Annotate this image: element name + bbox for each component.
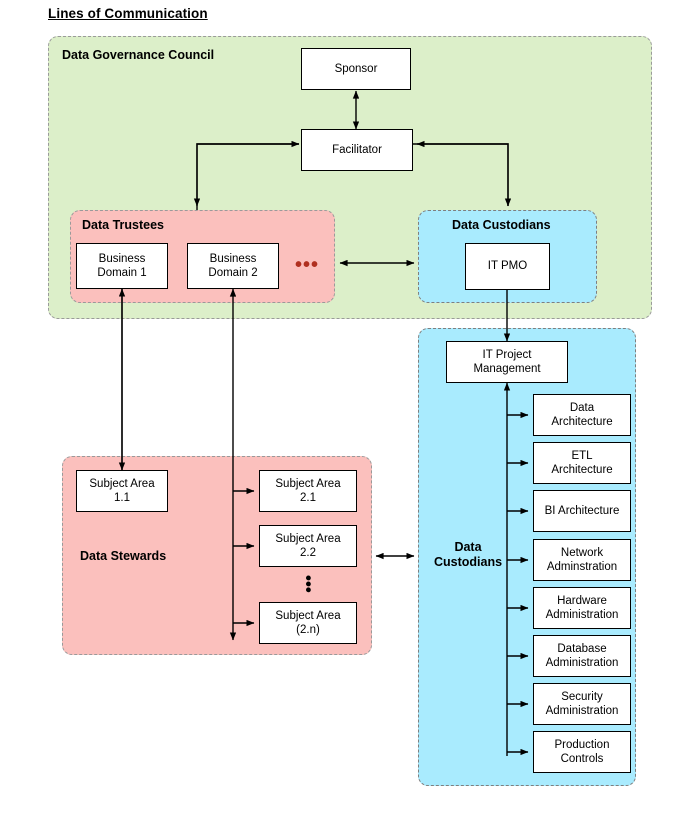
group-label-data-stewards: Data Stewards: [80, 549, 167, 563]
node-etl-architecture[interactable]: ETL Architecture: [533, 442, 631, 484]
page-title: Lines of Communication: [48, 6, 208, 21]
node-subject-area-2-1[interactable]: Subject Area 2.1: [259, 470, 357, 512]
node-it-pmo[interactable]: IT PMO: [465, 243, 550, 290]
node-database-administration[interactable]: Database Administration: [533, 635, 631, 677]
node-sponsor[interactable]: Sponsor: [301, 48, 411, 90]
group-label-data-custodians-top: Data Custodians: [452, 218, 551, 232]
node-subject-area-2-2[interactable]: Subject Area 2.2: [259, 525, 357, 567]
subject-areas-ellipsis: •••: [299, 575, 318, 593]
node-hardware-administration[interactable]: Hardware Administration: [533, 587, 631, 629]
node-business-domain-2[interactable]: Business Domain 2: [187, 243, 279, 289]
node-facilitator[interactable]: Facilitator: [301, 129, 413, 171]
group-label-data-trustees: Data Trustees: [82, 218, 164, 232]
group-label-data-custodians-bottom: Data Custodians: [433, 540, 503, 569]
node-production-controls[interactable]: Production Controls: [533, 731, 631, 773]
trustees-ellipsis: •••: [295, 254, 320, 276]
node-bi-architecture[interactable]: BI Architecture: [533, 490, 631, 532]
group-label-data-governance-council: Data Governance Council: [62, 48, 215, 62]
node-subject-area-1-1[interactable]: Subject Area 1.1: [76, 470, 168, 512]
diagram-canvas: Lines of Communication Data Governance C…: [0, 0, 680, 816]
node-subject-area-2-n[interactable]: Subject Area (2.n): [259, 602, 357, 644]
node-data-architecture[interactable]: Data Architecture: [533, 394, 631, 436]
node-security-administration[interactable]: Security Administration: [533, 683, 631, 725]
node-network-administration[interactable]: Network Adminstration: [533, 539, 631, 581]
node-it-project-management[interactable]: IT Project Management: [446, 341, 568, 383]
node-business-domain-1[interactable]: Business Domain 1: [76, 243, 168, 289]
